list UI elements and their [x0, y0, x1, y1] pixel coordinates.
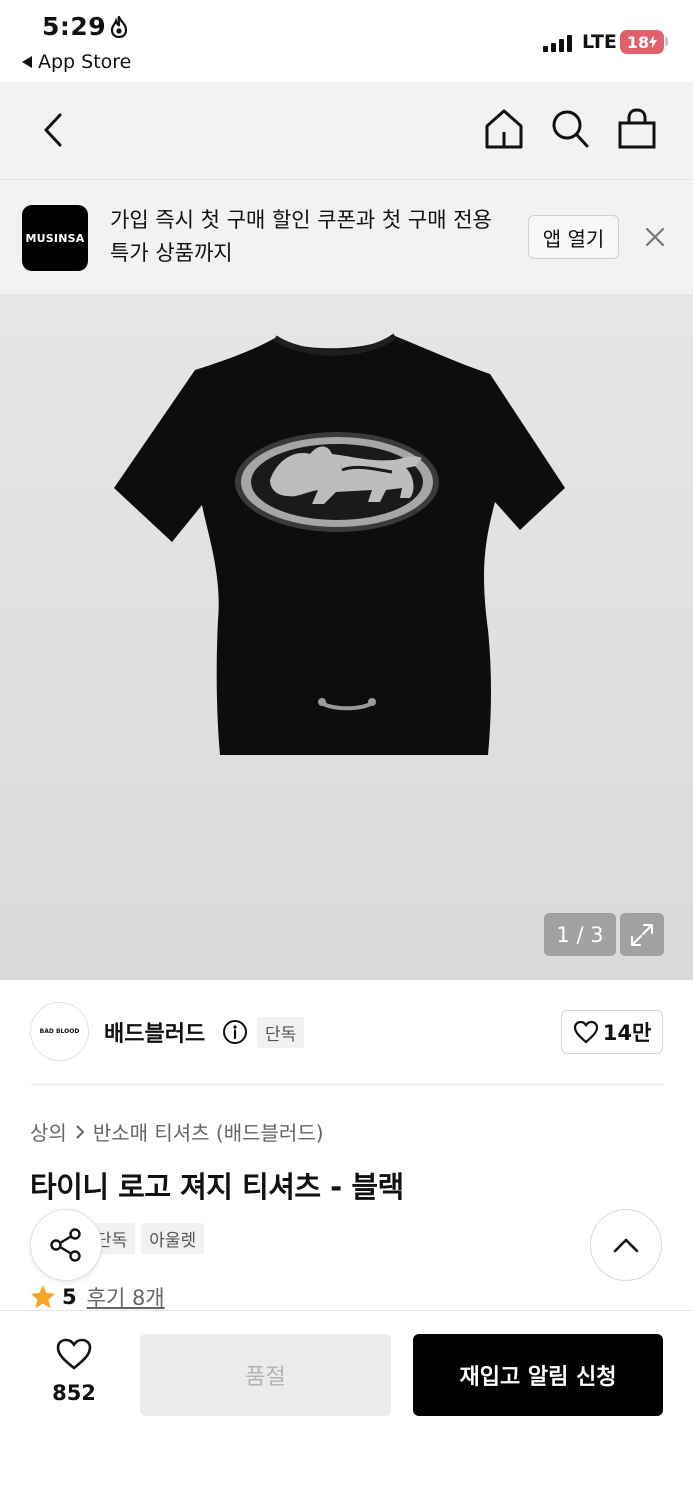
product-tags: 단독 아울렛: [88, 1223, 205, 1254]
share-button[interactable]: [30, 1209, 102, 1281]
breadcrumb-subcategory[interactable]: 반소매 티셔츠 (배드블러드): [93, 1117, 324, 1146]
product-image: [114, 333, 565, 755]
divider: [30, 1084, 663, 1085]
reviews-link[interactable]: 후기 8개: [87, 1282, 165, 1312]
wishlist-button[interactable]: 852: [40, 1337, 108, 1405]
back-icon[interactable]: [38, 110, 68, 150]
tag-outlet: 아울렛: [141, 1223, 205, 1254]
battery-icon: 18: [620, 30, 664, 54]
expand-icon: [631, 923, 653, 946]
shopping-bag-icon[interactable]: [617, 108, 657, 150]
exclusive-badge: 단독: [257, 1017, 305, 1048]
charging-bolt-icon: [649, 35, 658, 49]
heart-icon: [56, 1338, 92, 1370]
chevron-right-icon: [76, 1124, 85, 1139]
status-bar: 5:29 App Store LTE 18: [0, 0, 693, 82]
top-nav-bar: [0, 82, 693, 179]
chevron-up-icon: [613, 1238, 639, 1253]
close-icon[interactable]: [644, 226, 666, 248]
signal-icon: [543, 34, 572, 52]
search-icon[interactable]: [550, 108, 590, 150]
product-image-gallery[interactable]: 1 / 3: [0, 294, 693, 980]
battery-level: 18: [626, 32, 650, 52]
musinsa-logo: MUSINSA: [22, 205, 88, 271]
heart-icon: [573, 1020, 598, 1044]
rating-row: 5 후기 8개: [30, 1282, 165, 1312]
brand-name[interactable]: 배드블러드: [104, 1016, 205, 1048]
brand-like-count: 14만: [602, 1021, 652, 1045]
restock-alert-button[interactable]: 재입고 알림 신청: [413, 1334, 663, 1416]
brand-avatar[interactable]: BAD BLOOD: [30, 1002, 89, 1061]
product-title: 타이니 로고 져지 티셔츠 - 블랙: [30, 1170, 404, 1204]
info-icon[interactable]: [222, 1019, 248, 1045]
flame-icon: [110, 16, 128, 38]
home-icon[interactable]: [484, 108, 524, 150]
open-app-button[interactable]: 앱 열기: [528, 215, 619, 259]
status-time: 5:29: [42, 12, 107, 41]
brand-row: BAD BLOOD 배드블러드 단독 14만: [0, 980, 693, 1085]
star-icon: [31, 1285, 55, 1308]
breadcrumb-category[interactable]: 상의: [30, 1117, 67, 1146]
bottom-action-bar: 852 품절 재입고 알림 신청: [0, 1310, 693, 1500]
expand-image-button[interactable]: [620, 913, 664, 956]
back-to-app-store[interactable]: App Store: [22, 51, 131, 73]
share-icon: [50, 1228, 81, 1262]
wishlist-count: 852: [52, 1381, 96, 1405]
scroll-to-top-button[interactable]: [590, 1209, 662, 1281]
rating-score: 5: [62, 1285, 77, 1309]
sold-out-button: 품절: [140, 1334, 391, 1416]
breadcrumb: 상의 반소매 티셔츠 (배드블러드): [30, 1117, 324, 1146]
back-triangle-icon: [22, 56, 32, 68]
back-app-label: App Store: [38, 51, 132, 73]
app-install-banner: MUSINSA 가입 즉시 첫 구매 할인 쿠폰과 첫 구매 전용 특가 상품까…: [0, 179, 693, 294]
image-page-indicator: 1 / 3: [544, 913, 616, 956]
banner-message: 가입 즉시 첫 구매 할인 쿠폰과 첫 구매 전용 특가 상품까지: [110, 208, 492, 265]
brand-like-button[interactable]: 14만: [561, 1010, 663, 1054]
network-label: LTE: [582, 31, 617, 53]
battery-cap: [665, 37, 668, 46]
